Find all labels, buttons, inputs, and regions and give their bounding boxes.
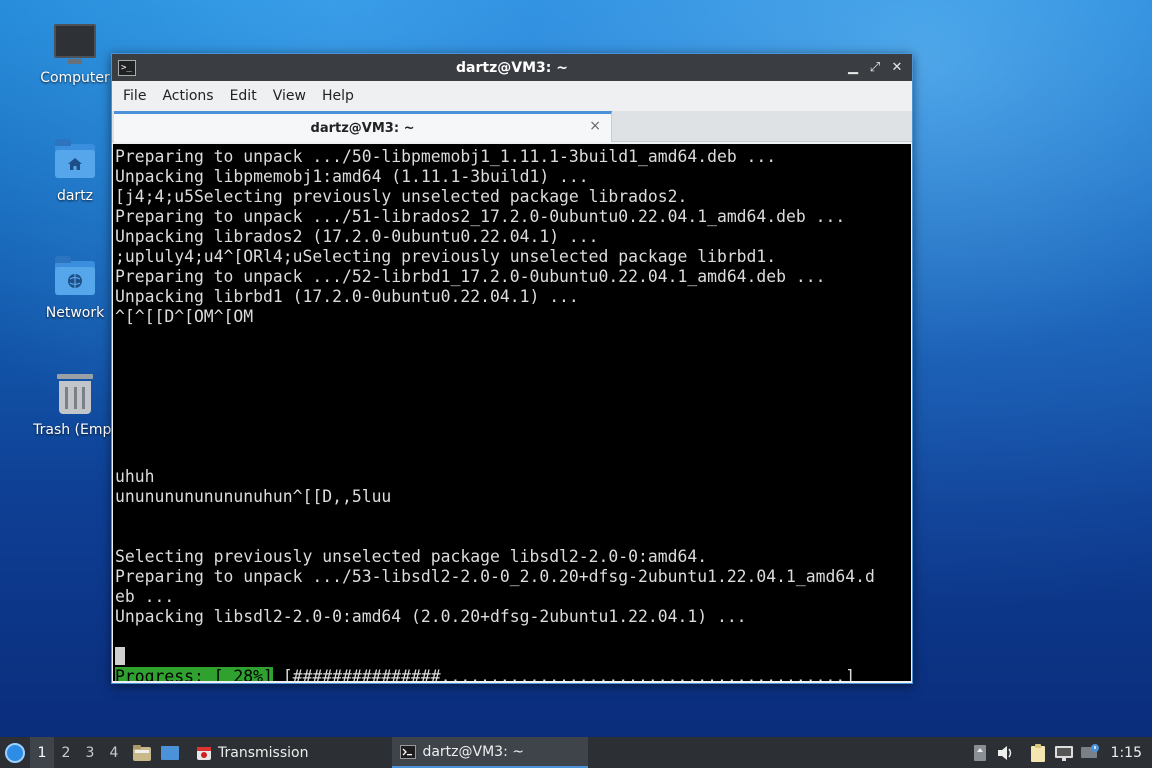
terminal-line: Unpacking librbd1 (17.2.0-0ubuntu0.22.04… (115, 287, 579, 306)
monitor-alert-icon (1080, 743, 1099, 758)
menu-actions[interactable]: Actions (155, 88, 220, 104)
progress-label: Progress: [ 28%] (115, 667, 273, 681)
show-desktop-icon (161, 745, 179, 760)
lubuntu-logo-icon (5, 742, 25, 763)
volume-button[interactable] (993, 737, 1019, 768)
update-notifier-button[interactable] (1077, 737, 1103, 768)
start-menu-button[interactable] (0, 737, 30, 768)
terminal-line: Selecting previously unselected package … (115, 547, 708, 566)
task-label: Transmission (218, 744, 309, 761)
terminal-line: Preparing to unpack .../50-libpmemobj1_1… (115, 147, 777, 166)
workspace-4[interactable]: 4 (102, 737, 126, 768)
desktop-icon-network[interactable]: Network (27, 255, 123, 321)
network-status-button[interactable] (1051, 737, 1077, 768)
text-cursor (115, 647, 125, 665)
menu-help[interactable]: Help (315, 88, 361, 104)
terminal-line: [j4;4;u5Selecting previously unselected … (115, 187, 688, 206)
maximize-button[interactable]: ⤢ (866, 59, 884, 77)
task-terminal[interactable]: dartz@VM3: ~ (392, 737, 589, 768)
terminal-line: ;upluly4;u4^[ORl4;uSelecting previously … (115, 247, 777, 266)
desktop-icon-home[interactable]: dartz (27, 138, 123, 204)
desktop-icon-label: dartz (56, 188, 94, 204)
terminal-line: Unpacking libsdl2-2.0-0:amd64 (2.0.20+df… (115, 607, 747, 626)
file-manager-launcher[interactable] (130, 737, 154, 768)
system-tray: 1:15 (967, 737, 1152, 768)
terminal-line: Unpacking libpmemobj1:amd64 (1.11.1-3bui… (115, 167, 589, 186)
terminal-line: unununununununuhun^[[D,,5luu (115, 487, 392, 506)
window-title: dartz@VM3: ~ (456, 59, 568, 76)
trash-icon (53, 372, 97, 416)
tab-bar: dartz@VM3: ~ × (112, 111, 912, 142)
desktop-icon-label: Computer (40, 70, 110, 86)
desktop-icon-label: Network (45, 305, 105, 321)
terminal-line: Unpacking librados2 (17.2.0-0ubuntu0.22.… (115, 227, 599, 246)
taskbar: 1 2 3 4 Transmission dartz@VM3: ~ 1:15 (0, 737, 1152, 768)
menu-edit[interactable]: Edit (223, 88, 264, 104)
workspace-2[interactable]: 2 (54, 737, 78, 768)
home-folder-icon (53, 138, 97, 182)
desktop-icon-label: Trash (Empt (33, 422, 117, 438)
terminal-cursor-line (115, 647, 911, 667)
menubar: File Actions Edit View Help (112, 81, 912, 111)
terminal-output[interactable]: Preparing to unpack .../50-libpmemobj1_1… (113, 144, 911, 681)
terminal-line: uhuh (115, 467, 155, 486)
upload-icon (973, 744, 986, 761)
network-wired-icon (1054, 745, 1073, 761)
file-manager-icon (133, 744, 151, 761)
clipboard-button[interactable] (1025, 737, 1051, 768)
tab-close-icon[interactable]: × (589, 118, 601, 134)
terminal-window[interactable]: >_ dartz@VM3: ~ ▁ ⤢ ✕ File Actions Edit … (111, 53, 913, 684)
task-label: dartz@VM3: ~ (422, 743, 524, 760)
terminal-icon (400, 744, 417, 759)
clock[interactable]: 1:15 (1103, 745, 1152, 761)
tab-terminal[interactable]: dartz@VM3: ~ × (114, 111, 612, 142)
clipboard-icon (1030, 743, 1045, 762)
terminal-line: ^[^[[D^[OM^[OM (115, 307, 254, 326)
progress-line: Progress: [ 28%] [###############.......… (115, 667, 911, 681)
desktop-icon-computer[interactable]: Computer (27, 20, 123, 86)
tab-title: dartz@VM3: ~ (310, 120, 415, 136)
desktop-icon-trash[interactable]: Trash (Empt (27, 372, 123, 438)
progress-bar-text: [###############........................… (272, 667, 856, 681)
workspace-1[interactable]: 1 (30, 737, 54, 768)
window-titlebar[interactable]: >_ dartz@VM3: ~ ▁ ⤢ ✕ (112, 54, 912, 81)
tray-app-icon[interactable] (967, 737, 993, 768)
network-folder-icon (53, 255, 97, 299)
workspace-3[interactable]: 3 (78, 737, 102, 768)
terminal-line: eb ... (115, 587, 175, 606)
menu-file[interactable]: File (116, 88, 153, 104)
menu-view[interactable]: View (266, 88, 313, 104)
terminal-line: Preparing to unpack .../52-librbd1_17.2.… (115, 267, 826, 286)
minimize-button[interactable]: ▁ (844, 59, 862, 77)
terminal-line: Preparing to unpack .../51-librados2_17.… (115, 207, 846, 226)
close-button[interactable]: ✕ (888, 59, 906, 77)
terminal-line: Preparing to unpack .../53-libsdl2-2.0-0… (115, 567, 875, 586)
task-transmission[interactable]: Transmission (188, 737, 316, 768)
transmission-icon (197, 746, 211, 760)
volume-icon (997, 745, 1011, 760)
terminal-icon: >_ (118, 59, 136, 76)
show-desktop-launcher[interactable] (158, 737, 182, 768)
computer-icon (53, 20, 97, 64)
